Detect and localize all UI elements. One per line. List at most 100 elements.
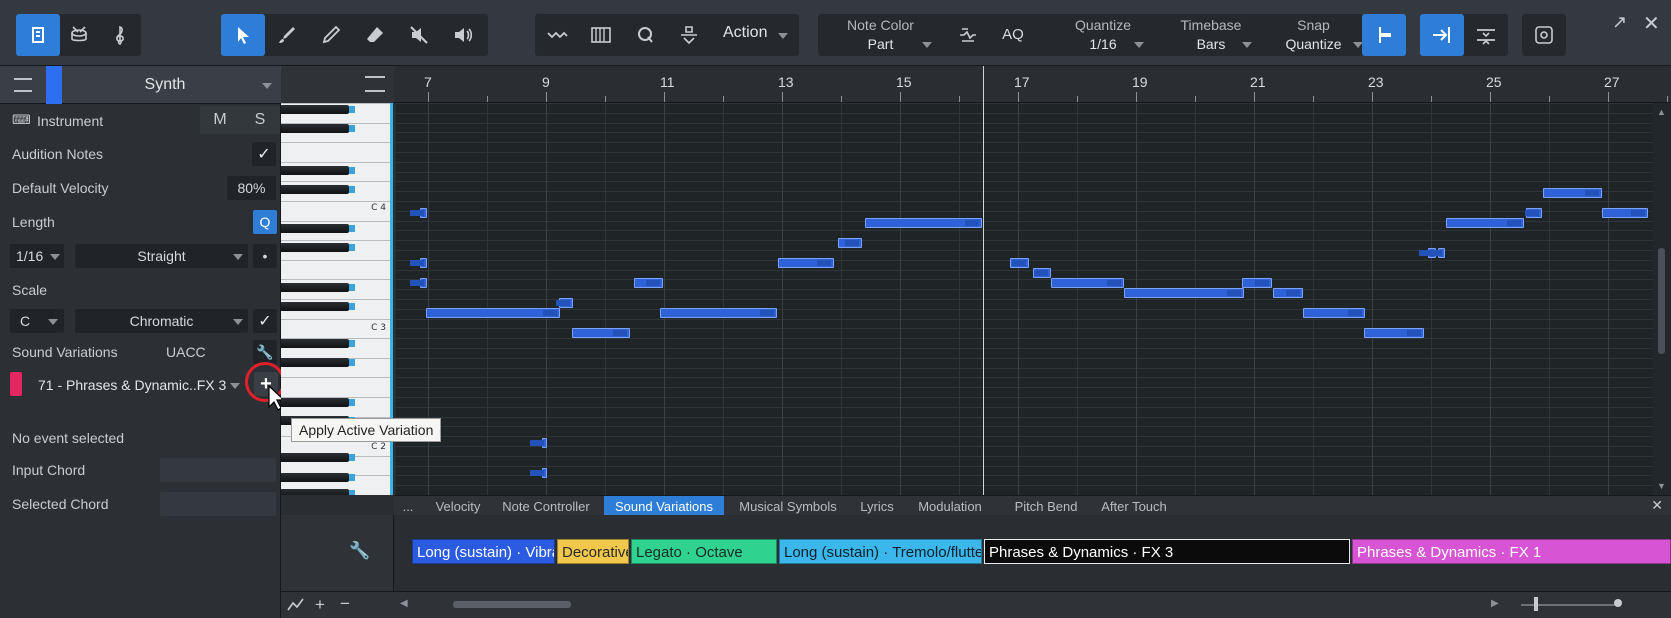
paint-tool-button[interactable] [265,14,309,56]
variation-event-1[interactable]: Long (sustain) · Vibrato [412,539,555,564]
variation-event-3[interactable]: Legato · Octave [631,539,777,564]
midi-note[interactable] [530,468,547,478]
wrench-icon[interactable]: 🔧 [253,340,277,364]
midi-note[interactable] [410,208,427,218]
solo-button[interactable]: S [240,106,280,134]
scroll-left-icon[interactable]: ◀ [400,598,408,609]
dotted-toggle[interactable]: • [253,244,277,268]
midi-note[interactable] [865,218,982,228]
automation-curve-icon[interactable] [287,598,305,612]
scroll-up-icon[interactable]: ▲ [1657,107,1666,117]
quantize-dropdown[interactable]: Quantize 1/16 [1048,14,1158,56]
black-key[interactable] [281,224,355,233]
action-menu[interactable]: Action [723,24,767,42]
quantize-button[interactable] [623,14,667,56]
timeline-ruler[interactable]: 7 9 11 13 15 17 19 21 23 25 27 [394,66,1671,103]
default-velocity-field[interactable]: 80% [227,176,276,200]
black-key[interactable] [281,124,355,133]
scale-type-dropdown[interactable]: Chromatic [75,309,248,333]
fit-button[interactable] [1522,14,1566,56]
midi-note[interactable] [778,258,834,268]
timebase-dropdown[interactable]: Timebase Bars [1158,14,1264,56]
black-key[interactable] [281,339,355,348]
midi-note[interactable] [572,328,630,338]
listen-tool-button[interactable] [441,14,485,56]
remove-lane-icon[interactable]: − [340,594,350,614]
white-key[interactable] [281,260,390,261]
sound-variations-set[interactable]: UACC [166,344,206,360]
split-button[interactable] [667,14,711,56]
track-name[interactable]: Synth [100,76,230,94]
white-key[interactable] [281,103,390,104]
white-key[interactable] [281,279,390,280]
white-key[interactable] [281,240,390,241]
inspector-toggle-button[interactable] [16,14,60,56]
white-key[interactable] [281,221,390,222]
input-chord-field[interactable] [160,458,276,482]
midi-note[interactable] [1364,328,1424,338]
transform-button[interactable] [535,14,579,56]
drum-view-button[interactable] [57,14,101,56]
close-lane-icon[interactable]: ✕ [1651,497,1663,514]
length-quantize-toggle[interactable]: Q [253,210,277,234]
midi-note[interactable] [1303,308,1365,318]
close-icon[interactable]: ✕ [1643,11,1660,36]
midi-note[interactable] [1273,288,1303,298]
tab-lyrics[interactable]: Lyrics [852,496,902,516]
snap-toggle-button[interactable] [1362,14,1406,56]
tab-note-controller[interactable]: Note Controller [494,496,598,516]
horizontal-scroll-thumb[interactable] [453,601,571,608]
zoom-slider-handle[interactable] [1534,597,1538,611]
tab-more[interactable]: ... [394,496,422,516]
midi-note[interactable] [1602,208,1648,218]
selected-chord-field[interactable] [160,492,276,516]
mute-tool-button[interactable] [397,14,441,56]
expand-icon[interactable]: ↗ [1612,12,1627,33]
menu-icon[interactable] [14,78,32,92]
midi-note[interactable] [1525,208,1542,218]
keyboard-button[interactable] [579,14,623,56]
groove-button[interactable] [946,14,990,56]
scale-checkbox[interactable]: ✓ [253,309,277,333]
autoscroll-button[interactable] [1420,14,1464,56]
midi-note[interactable] [1446,218,1524,228]
black-key[interactable] [281,358,355,367]
black-key[interactable] [281,283,355,292]
white-key[interactable] [281,319,390,320]
tab-modulation[interactable]: Modulation [910,496,990,516]
midi-note[interactable] [1428,248,1445,258]
black-key[interactable] [281,185,355,194]
midi-note[interactable] [1033,268,1051,278]
length-mode-dropdown[interactable]: Straight [75,244,248,268]
midi-note[interactable] [410,278,427,288]
vertical-scrollbar[interactable]: ▲ ▼ [1653,103,1671,495]
black-key[interactable] [281,398,355,407]
vertical-scroll-thumb[interactable] [1658,248,1665,354]
track-color-swatch[interactable] [46,66,62,104]
white-key[interactable] [281,162,390,163]
aq-button[interactable]: AQ [993,26,1033,43]
tab-after-touch[interactable]: After Touch [1094,496,1174,516]
tab-sound-variations[interactable]: Sound Variations [604,496,724,516]
black-key[interactable] [281,105,355,114]
white-key[interactable] [281,181,390,182]
audition-notes-checkbox[interactable]: ✓ [252,142,276,166]
zoom-vertical-button[interactable] [1464,14,1508,56]
snap-dropdown[interactable]: Snap Quantize [1264,14,1363,56]
black-key[interactable] [281,302,355,311]
midi-note[interactable] [1124,288,1244,298]
eraser-tool-button[interactable] [353,14,397,56]
note-color-dropdown[interactable]: Note Color Part [818,14,943,56]
mute-button[interactable]: M [200,106,240,134]
black-key[interactable] [281,473,355,482]
black-key[interactable] [281,166,355,175]
tab-musical-symbols[interactable]: Musical Symbols [728,496,848,516]
white-key[interactable] [281,201,390,202]
score-view-button[interactable] [98,14,142,56]
variation-event-6[interactable]: Phrases & Dynamics · FX 1 [1352,539,1671,564]
variation-event-4[interactable]: Long (sustain) · Tremolo/flutter [779,539,982,564]
black-key[interactable] [281,489,355,495]
midi-note[interactable] [1051,278,1124,288]
midi-note[interactable] [660,308,777,318]
white-key[interactable] [281,142,390,143]
